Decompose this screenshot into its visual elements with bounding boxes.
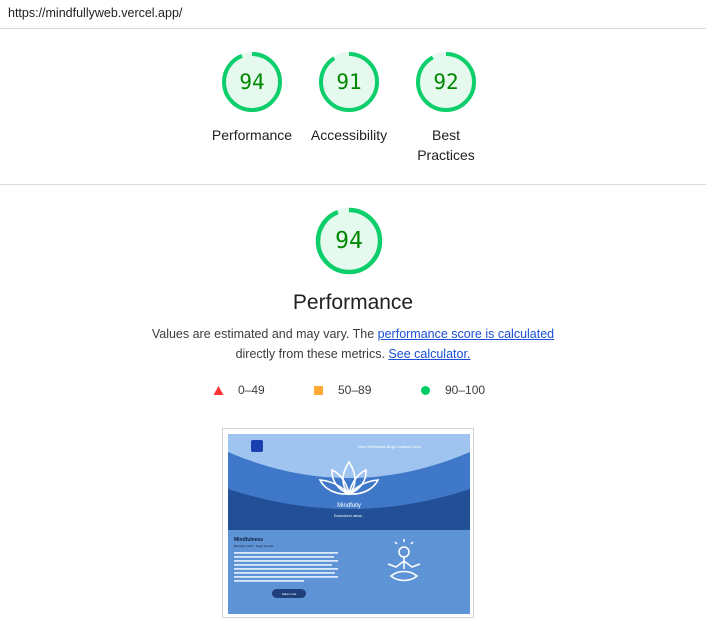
accessibility-gauge[interactable]: 91 — [316, 49, 382, 115]
performance-label[interactable]: Performance — [202, 125, 302, 145]
legend-fail-label: 0–49 — [238, 383, 265, 397]
desc-text: Values are estimated and may vary. The — [151, 327, 378, 341]
final-screenshot[interactable]: Inicio Mindfulness Blogs Contacto Libros… — [222, 428, 474, 618]
accessibility-score: 91 — [336, 70, 362, 94]
triangle-icon — [213, 385, 224, 395]
site-brand: Mindfully — [337, 503, 361, 509]
best-practices-gauge[interactable]: 92 — [413, 49, 479, 115]
site-section-sub: Bienestar interior · Seguir leyendo — [234, 544, 274, 548]
performance-description: Values are estimated and may vary. The p… — [0, 327, 706, 341]
best-practices-label[interactable]: Best Practices — [406, 125, 486, 165]
legend-average: 50–89 — [313, 383, 371, 397]
performance-score: 94 — [239, 70, 265, 94]
website-preview: Inicio Mindfulness Blogs Contacto Libros… — [228, 434, 470, 614]
screenshot-image: Inicio Mindfulness Blogs Contacto Libros… — [228, 434, 470, 614]
performance-main-score: 94 — [335, 228, 363, 254]
performance-main-gauge: 94 — [313, 205, 385, 277]
desc-text: directly from these metrics. — [235, 347, 389, 361]
see-calculator-link[interactable]: See calculator. — [388, 347, 470, 361]
site-button-label: Saber más — [282, 592, 297, 596]
score-calculated-link[interactable]: performance score is calculated — [378, 327, 554, 341]
best-practices-score: 92 — [433, 70, 459, 94]
report-url[interactable]: https://mindfullyweb.vercel.app/ — [8, 6, 182, 20]
performance-title: Performance — [292, 291, 414, 314]
circle-icon — [421, 385, 430, 395]
site-section-title: Mindfulness — [234, 537, 263, 543]
section-divider — [0, 184, 706, 185]
site-tagline: Encuentra tu calma... — [334, 514, 364, 518]
legend-average-label: 50–89 — [338, 383, 372, 397]
square-icon — [314, 385, 323, 395]
legend-pass-label: 90–100 — [445, 383, 486, 397]
url-bar: https://mindfullyweb.vercel.app/ — [0, 0, 706, 29]
performance-description-line2: directly from these metrics. See calcula… — [0, 347, 706, 361]
legend-pass: 90–100 — [420, 383, 485, 397]
accessibility-label[interactable]: Accessibility — [299, 125, 399, 145]
legend-fail: 0–49 — [213, 383, 265, 397]
site-logo-icon — [251, 440, 263, 452]
site-nav: Inicio Mindfulness Blogs Contacto Libros — [358, 445, 421, 449]
performance-gauge[interactable]: 94 — [219, 49, 285, 115]
